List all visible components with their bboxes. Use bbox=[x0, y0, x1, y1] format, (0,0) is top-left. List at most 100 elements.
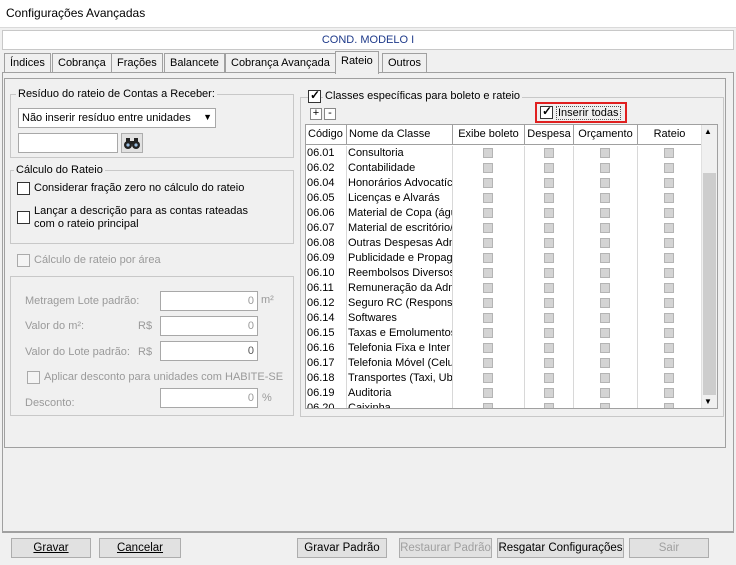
col-header-orcamento[interactable]: Orçamento bbox=[574, 125, 638, 145]
scroll-up-icon[interactable]: ▲ bbox=[704, 127, 712, 136]
row-despesa-checkbox[interactable] bbox=[544, 238, 554, 248]
cancelar-button[interactable]: Cancelar bbox=[99, 538, 181, 558]
table-row[interactable]: 06.05 Licenças e Alvarás bbox=[306, 191, 702, 206]
row-rateio-checkbox[interactable] bbox=[664, 298, 674, 308]
table-row[interactable]: 06.20 Caixinha bbox=[306, 401, 702, 408]
table-row[interactable]: 06.11 Remuneração da Adm bbox=[306, 281, 702, 296]
row-rateio-checkbox[interactable] bbox=[664, 313, 674, 323]
fracao-zero-checkbox[interactable] bbox=[17, 182, 30, 195]
row-orcamento-checkbox[interactable] bbox=[600, 298, 610, 308]
col-header-rateio[interactable]: Rateio bbox=[638, 125, 702, 145]
col-header-exibe-boleto[interactable]: Exibe boleto bbox=[453, 125, 525, 145]
row-rateio-checkbox[interactable] bbox=[664, 193, 674, 203]
scroll-down-icon[interactable]: ▼ bbox=[704, 397, 712, 406]
row-despesa-checkbox[interactable] bbox=[544, 328, 554, 338]
row-exibe-boleto-checkbox[interactable] bbox=[483, 148, 493, 158]
table-row[interactable]: 06.06 Material de Copa (águ bbox=[306, 206, 702, 221]
row-despesa-checkbox[interactable] bbox=[544, 283, 554, 293]
table-row[interactable]: 06.14 Softwares bbox=[306, 311, 702, 326]
row-exibe-boleto-checkbox[interactable] bbox=[483, 403, 493, 408]
residuo-search-input[interactable] bbox=[18, 133, 118, 153]
row-orcamento-checkbox[interactable] bbox=[600, 223, 610, 233]
gravar-button[interactable]: Gravar bbox=[11, 538, 91, 558]
row-rateio-checkbox[interactable] bbox=[664, 178, 674, 188]
tab-cobranca[interactable]: Cobrança bbox=[52, 53, 112, 73]
table-row[interactable]: 06.01 Consultoria bbox=[306, 146, 702, 161]
table-row[interactable]: 06.04 Honorários Advocatíc bbox=[306, 176, 702, 191]
row-despesa-checkbox[interactable] bbox=[544, 403, 554, 408]
row-orcamento-checkbox[interactable] bbox=[600, 208, 610, 218]
table-row[interactable]: 06.19 Auditoria bbox=[306, 386, 702, 401]
table-row[interactable]: 06.16 Telefonia Fixa e Inter bbox=[306, 341, 702, 356]
row-despesa-checkbox[interactable] bbox=[544, 178, 554, 188]
tab-rateio[interactable]: Rateio bbox=[335, 51, 379, 74]
row-orcamento-checkbox[interactable] bbox=[600, 403, 610, 408]
table-row[interactable]: 06.08 Outras Despesas Adm bbox=[306, 236, 702, 251]
row-rateio-checkbox[interactable] bbox=[664, 388, 674, 398]
collapse-all-button[interactable]: - bbox=[324, 108, 336, 120]
row-exibe-boleto-checkbox[interactable] bbox=[483, 373, 493, 383]
inserir-todas-checkbox[interactable] bbox=[540, 104, 553, 119]
row-orcamento-checkbox[interactable] bbox=[600, 283, 610, 293]
table-row[interactable]: 06.15 Taxas e Emolumentos bbox=[306, 326, 702, 341]
scroll-thumb[interactable] bbox=[703, 173, 716, 395]
row-despesa-checkbox[interactable] bbox=[544, 163, 554, 173]
table-row[interactable]: 06.07 Material de escritório/ bbox=[306, 221, 702, 236]
table-row[interactable]: 06.17 Telefonia Móvel (Celu bbox=[306, 356, 702, 371]
row-exibe-boleto-checkbox[interactable] bbox=[483, 178, 493, 188]
habite-se-checkbox[interactable] bbox=[27, 371, 40, 384]
table-row[interactable]: 06.02 Contabilidade bbox=[306, 161, 702, 176]
row-orcamento-checkbox[interactable] bbox=[600, 313, 610, 323]
row-rateio-checkbox[interactable] bbox=[664, 343, 674, 353]
row-orcamento-checkbox[interactable] bbox=[600, 253, 610, 263]
row-rateio-checkbox[interactable] bbox=[664, 163, 674, 173]
descricao-checkbox[interactable] bbox=[17, 211, 30, 224]
row-orcamento-checkbox[interactable] bbox=[600, 178, 610, 188]
col-header-codigo[interactable]: Código bbox=[306, 125, 347, 145]
row-despesa-checkbox[interactable] bbox=[544, 253, 554, 263]
row-exibe-boleto-checkbox[interactable] bbox=[483, 328, 493, 338]
row-rateio-checkbox[interactable] bbox=[664, 253, 674, 263]
row-orcamento-checkbox[interactable] bbox=[600, 343, 610, 353]
calculo-area-checkbox[interactable] bbox=[17, 254, 30, 267]
row-rateio-checkbox[interactable] bbox=[664, 403, 674, 408]
gravar-padrao-button[interactable]: Gravar Padrão bbox=[297, 538, 387, 558]
row-rateio-checkbox[interactable] bbox=[664, 238, 674, 248]
valor-m2-input[interactable]: 0 bbox=[160, 316, 258, 336]
row-exibe-boleto-checkbox[interactable] bbox=[483, 388, 493, 398]
row-despesa-checkbox[interactable] bbox=[544, 223, 554, 233]
row-exibe-boleto-checkbox[interactable] bbox=[483, 253, 493, 263]
tab-indices[interactable]: Índices bbox=[4, 53, 51, 73]
metragem-input[interactable]: 0 bbox=[160, 291, 258, 311]
tab-fracoes[interactable]: Frações bbox=[111, 53, 163, 73]
row-rateio-checkbox[interactable] bbox=[664, 283, 674, 293]
expand-all-button[interactable]: + bbox=[310, 108, 322, 120]
row-despesa-checkbox[interactable] bbox=[544, 343, 554, 353]
row-despesa-checkbox[interactable] bbox=[544, 193, 554, 203]
row-exibe-boleto-checkbox[interactable] bbox=[483, 313, 493, 323]
row-rateio-checkbox[interactable] bbox=[664, 268, 674, 278]
desconto-input[interactable]: 0 bbox=[160, 388, 258, 408]
row-exibe-boleto-checkbox[interactable] bbox=[483, 163, 493, 173]
sair-button[interactable]: Sair bbox=[629, 538, 709, 558]
row-orcamento-checkbox[interactable] bbox=[600, 268, 610, 278]
row-despesa-checkbox[interactable] bbox=[544, 208, 554, 218]
row-exibe-boleto-checkbox[interactable] bbox=[483, 268, 493, 278]
row-exibe-boleto-checkbox[interactable] bbox=[483, 238, 493, 248]
row-orcamento-checkbox[interactable] bbox=[600, 358, 610, 368]
col-header-nome[interactable]: Nome da Classe bbox=[347, 125, 453, 145]
tab-outros[interactable]: Outros bbox=[382, 53, 428, 73]
row-exibe-boleto-checkbox[interactable] bbox=[483, 208, 493, 218]
valor-lote-input[interactable]: 0 bbox=[160, 341, 258, 361]
row-orcamento-checkbox[interactable] bbox=[600, 373, 610, 383]
row-despesa-checkbox[interactable] bbox=[544, 313, 554, 323]
col-header-despesa[interactable]: Despesa bbox=[525, 125, 574, 145]
binoculars-search-button[interactable] bbox=[121, 133, 143, 153]
row-rateio-checkbox[interactable] bbox=[664, 328, 674, 338]
table-row[interactable]: 06.18 Transportes (Taxi, Ub bbox=[306, 371, 702, 386]
table-row[interactable]: 06.09 Publicidade e Propaga bbox=[306, 251, 702, 266]
row-rateio-checkbox[interactable] bbox=[664, 148, 674, 158]
tab-cobranca-avancada[interactable]: Cobrança Avançada bbox=[225, 53, 336, 73]
row-exibe-boleto-checkbox[interactable] bbox=[483, 223, 493, 233]
row-rateio-checkbox[interactable] bbox=[664, 358, 674, 368]
